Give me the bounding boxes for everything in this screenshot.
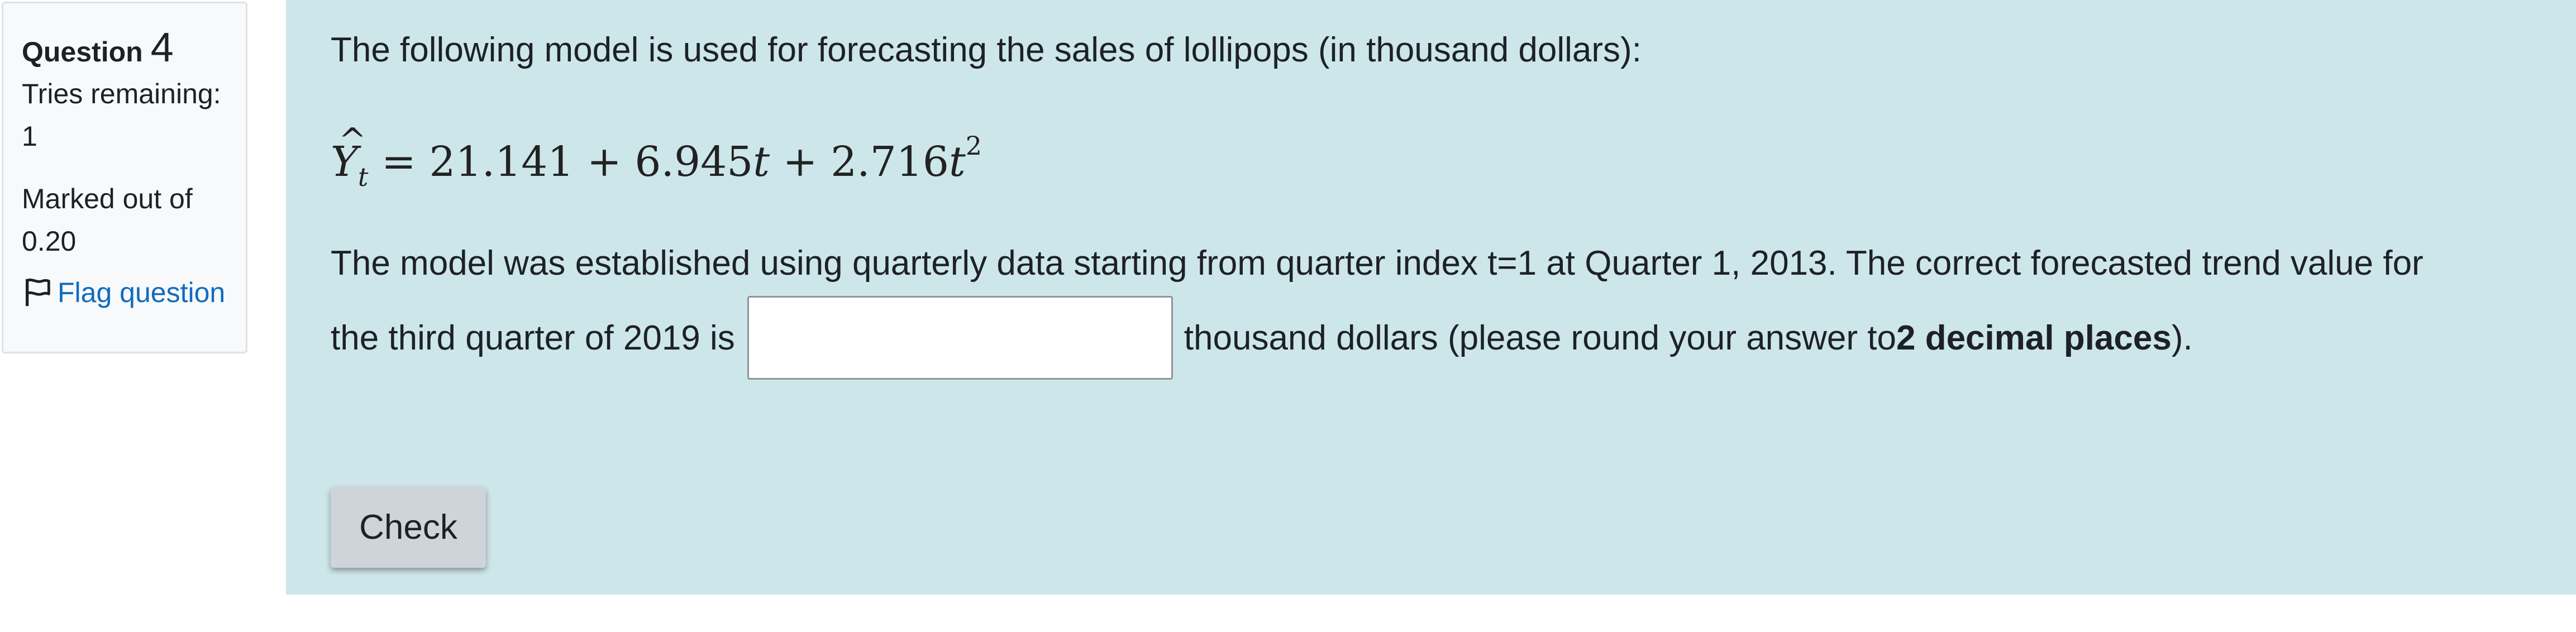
formula-hat: ^ [338,121,367,160]
tries-value: 1 [22,121,37,152]
flag-outline-icon [26,278,50,307]
flag-question-link[interactable]: Flag question [22,271,246,314]
formula-t-2: t [948,138,966,186]
formula-equals: = [368,138,430,186]
quiz-question: Question 4 Tries remaining: 1 Marked out… [0,0,2576,632]
decimal-places-emphasis: 2 decimal places [1896,318,2172,357]
formula-plus-2: + [770,138,831,186]
formula-t-1: t [753,138,770,186]
question-info-panel: Question 4 Tries remaining: 1 Marked out… [2,2,247,353]
formula-intercept: 21.141 [429,138,574,186]
question-text-end: ). [2171,318,2193,357]
tries-label: Tries remaining: [22,78,221,109]
question-text-after-input: thousand dollars (please round your answ… [1184,318,1896,357]
formula-quadratic-coef: 2.716 [831,138,949,186]
marked-label: Marked out of [22,183,193,214]
question-stem: The following model is used for forecast… [331,31,1642,69]
question-label: Question [22,36,143,68]
question-formulation: The following model is used for forecast… [286,0,2576,595]
formula-plus-1: + [574,138,635,186]
answer-input[interactable] [747,296,1173,380]
forecast-formula: Y ^ t = 21.141 + 6.945t + 2.716t2 [331,121,982,205]
flag-question-label: Flag question [58,277,226,308]
question-number: 4 [150,24,174,70]
marked-value: 0.20 [22,226,77,257]
question-text-before-input: the third quarter of 2019 is [331,318,735,357]
question-text-line-2: the third quarter of 2019 is thousand do… [331,296,2193,380]
formula-exponent: 2 [965,131,982,161]
question-text-line-1: The model was established using quarterl… [331,244,2424,283]
formula-linear-coef: 6.945 [635,138,753,186]
check-button[interactable]: Check [331,487,486,568]
formula-lhs: Y ^ [331,121,366,190]
question-number-heading: Question 4 [22,22,246,73]
